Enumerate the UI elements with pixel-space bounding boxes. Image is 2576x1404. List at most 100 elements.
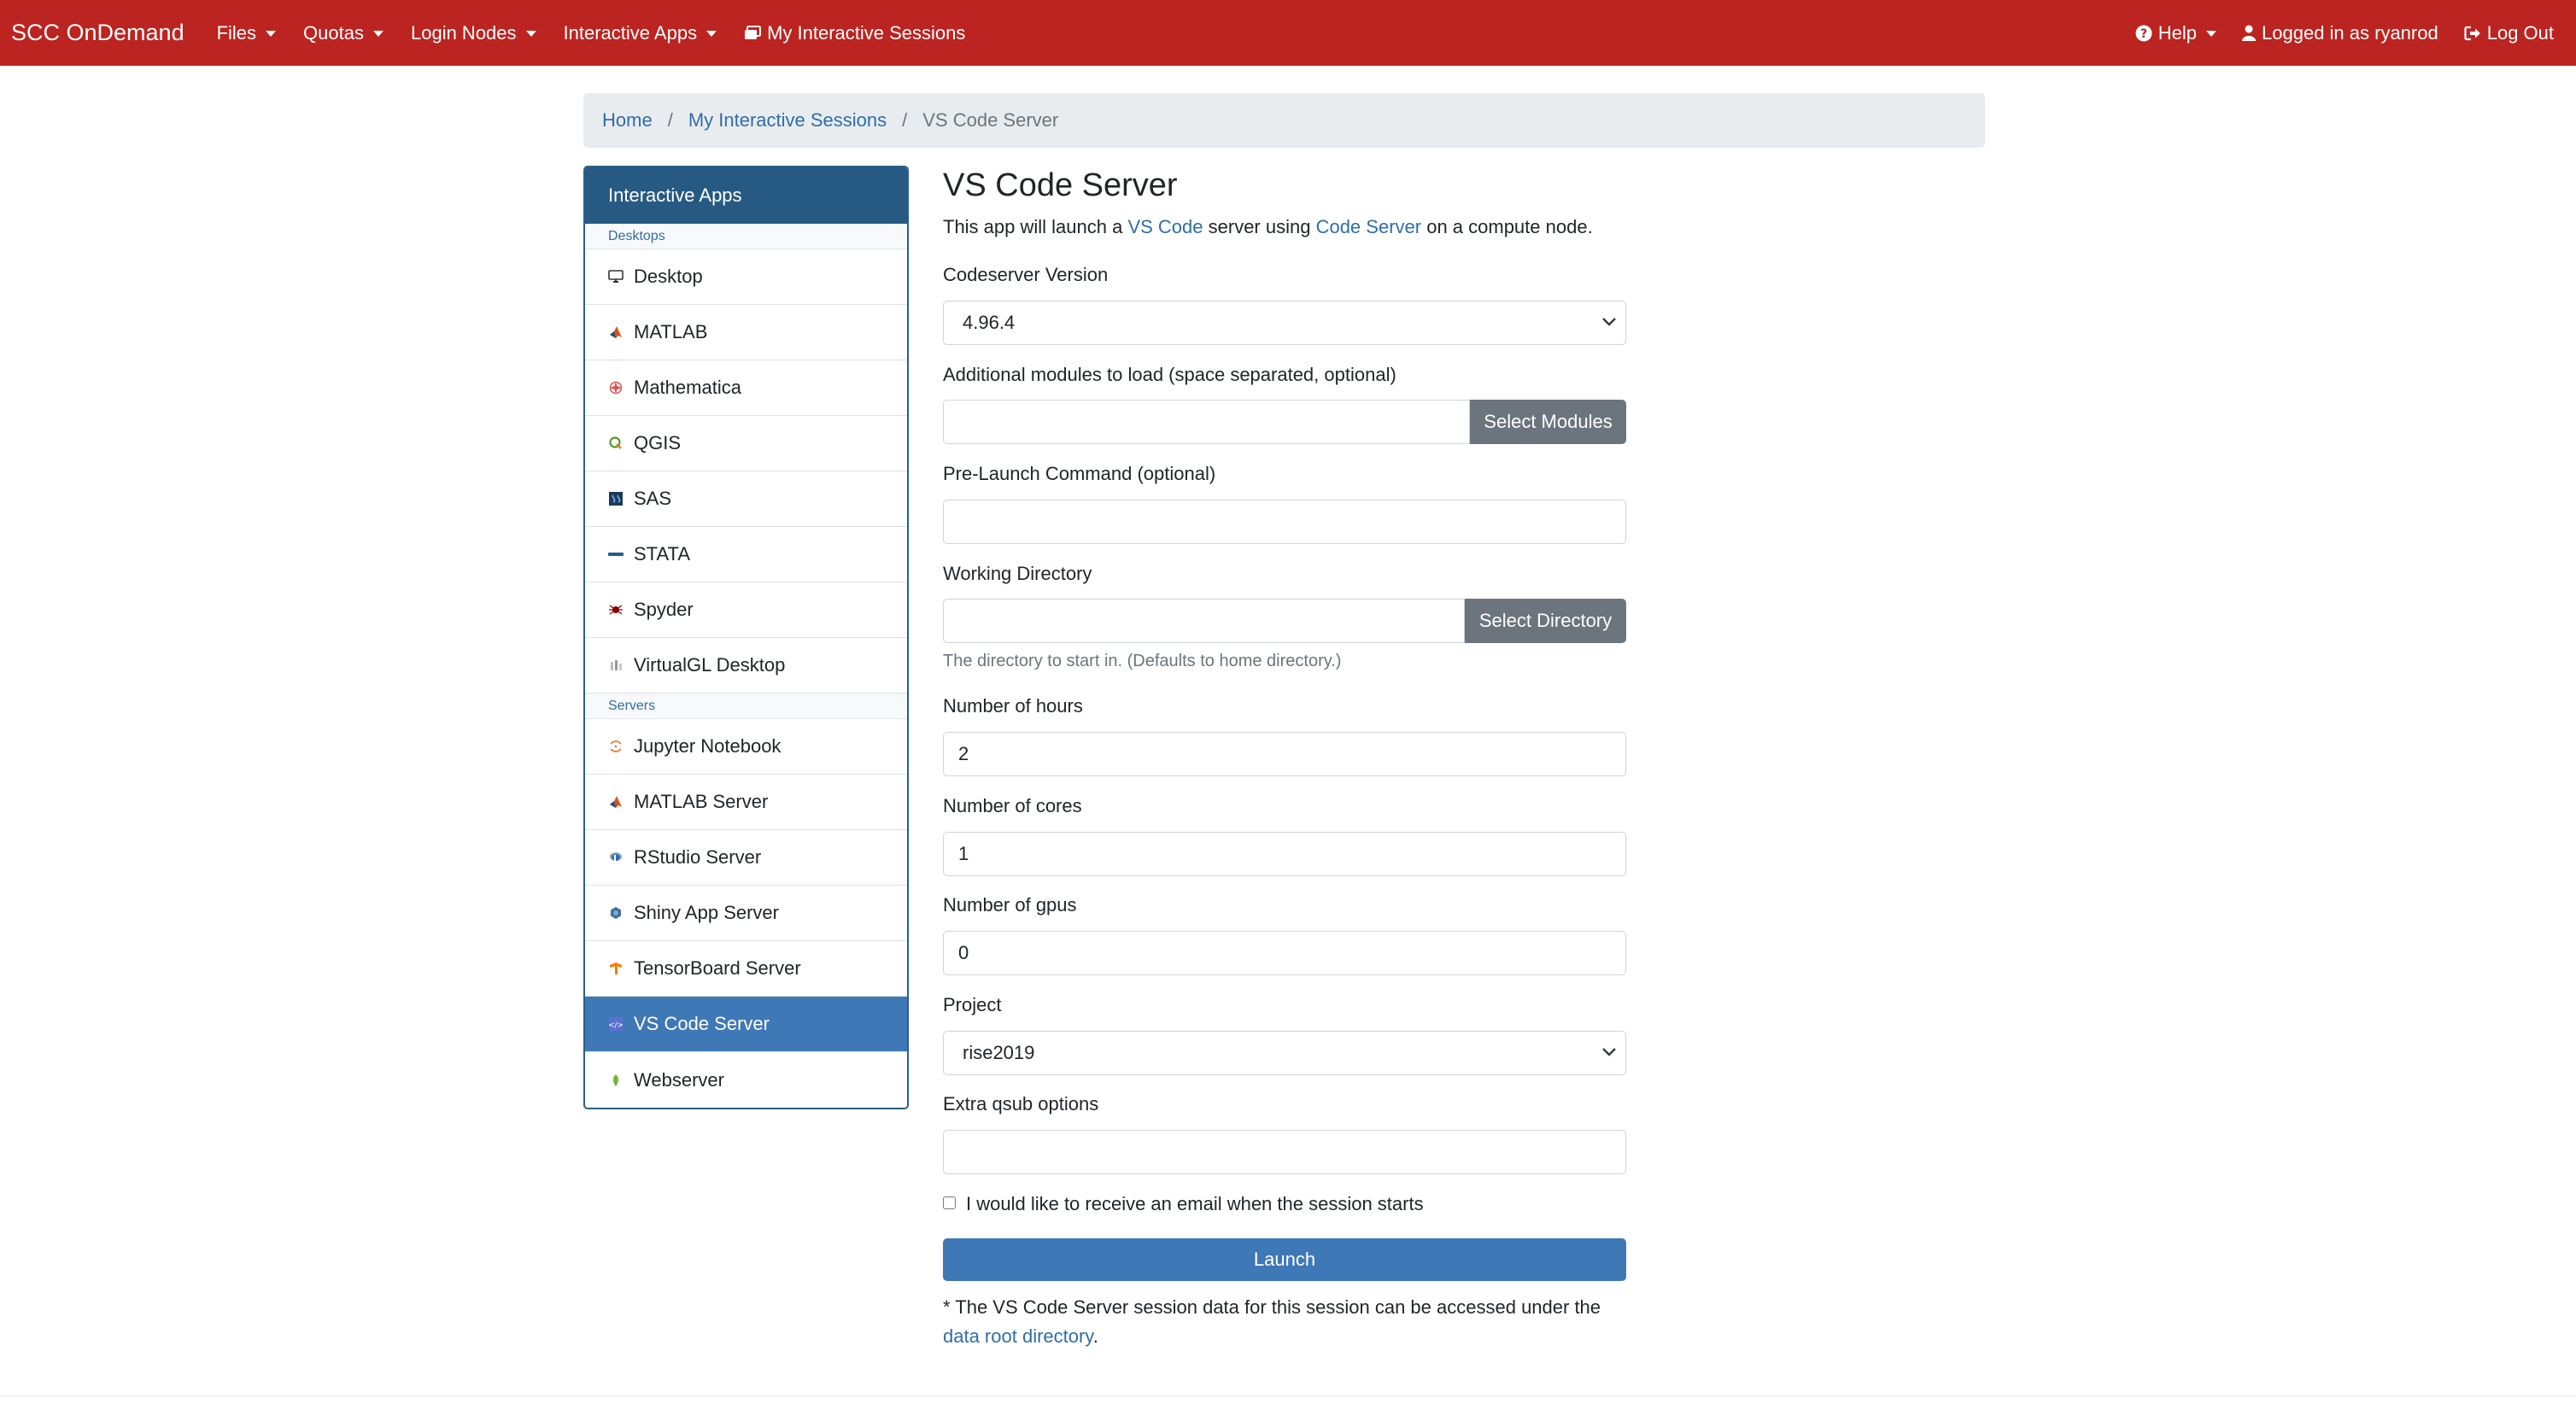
nav-files-dropdown[interactable]: Files [216, 21, 277, 44]
qsub-label: Extra qsub options [943, 1093, 1099, 1114]
email-checkbox[interactable] [943, 1196, 956, 1209]
note-end: . [1092, 1325, 1098, 1347]
nav-quotas-dropdown[interactable]: Quotas [303, 22, 383, 44]
sidebar-item-vscode-server[interactable]: </> VS Code Server [585, 997, 907, 1052]
sidebar-item-qgis[interactable]: QGIS [585, 416, 907, 471]
gpus-field: Number of gpus 0 [943, 894, 1626, 975]
data-root-link[interactable]: data root directory [943, 1325, 1093, 1347]
breadcrumb-sessions-link[interactable]: My Interactive Sessions [688, 109, 887, 132]
nav-help-label: Help [2157, 21, 2198, 44]
sidebar-item-label: VS Code Server [634, 1013, 770, 1034]
caret-down-icon [266, 31, 277, 37]
sidebar-item-label: Webserver [634, 1068, 724, 1091]
gpus-input[interactable]: 0 [943, 931, 1626, 975]
sidebar-item-virtualgl[interactable]: VirtualGL Desktop [585, 638, 907, 693]
nav-login-nodes-label: Login Nodes [410, 21, 517, 44]
sidebar-item-webserver[interactable]: Webserver [585, 1052, 907, 1108]
nav-login-nodes-dropdown[interactable]: Login Nodes [411, 22, 536, 44]
sidebar-item-mathematica[interactable]: Mathematica [585, 360, 907, 416]
modules-input[interactable] [943, 400, 1470, 444]
workdir-input-group: Select Directory [943, 599, 1626, 643]
code-server-link[interactable]: Code Server [1316, 216, 1422, 237]
sidebar-item-label: VirtualGL Desktop [634, 654, 786, 676]
email-checkbox-label: I would like to receive an email when th… [966, 1193, 1424, 1214]
caret-down-icon [372, 31, 383, 37]
gpus-label: Number of gpus [943, 894, 1077, 916]
email-option: I would like to receive an email when th… [943, 1193, 1626, 1215]
shiny-icon [608, 905, 624, 921]
cores-input[interactable]: 1 [943, 832, 1626, 876]
brand-link[interactable]: SCC OnDemand [0, 20, 184, 46]
qgis-icon [608, 436, 624, 451]
cores-label: Number of cores [943, 795, 1082, 816]
sidebar-item-matlab[interactable]: MATLAB [585, 305, 907, 360]
version-field: Codeserver Version 4.96.4 [943, 264, 1626, 345]
note-text: * The VS Code Server session data for th… [943, 1296, 1601, 1318]
chevron-down-icon [1601, 1047, 1617, 1057]
workdir-input[interactable] [943, 599, 1465, 643]
caret-down-icon [706, 31, 717, 37]
qsub-input[interactable] [943, 1130, 1626, 1174]
nav-help-dropdown[interactable]: ? Help [2135, 21, 2217, 44]
modules-label: Additional modules to load (space separa… [943, 364, 1396, 385]
sidebar-item-label: QGIS [634, 432, 682, 453]
jupyter-icon [608, 739, 624, 754]
sidebar-item-sas[interactable]: SAS [585, 471, 907, 527]
nav-logout-link[interactable]: Log Out [2464, 22, 2554, 44]
app-description: This app will launch a VS Code server us… [943, 216, 1626, 238]
breadcrumb-separator: / [902, 109, 908, 131]
sidebar-item-spyder[interactable]: Spyder [585, 582, 907, 638]
nav-my-sessions-link[interactable]: My Interactive Sessions [744, 22, 965, 44]
sidebar-item-rstudio-server[interactable]: RStudio Server [585, 830, 907, 886]
sidebar-item-label: SAS [634, 488, 672, 509]
chevron-down-icon [1601, 317, 1617, 327]
rstudio-icon [608, 850, 624, 865]
sidebar-item-label: Desktop [634, 266, 703, 287]
sidebar-item-tensorboard-server[interactable]: TensorBoard Server [585, 941, 907, 997]
virtualgl-icon [608, 658, 624, 673]
hours-input[interactable]: 2 [943, 732, 1626, 776]
breadcrumb-home-link[interactable]: Home [602, 109, 653, 132]
sidebar-item-label: STATA [634, 543, 690, 565]
vscode-link[interactable]: VS Code [1127, 216, 1203, 237]
qsub-field: Extra qsub options [943, 1093, 1626, 1174]
nav-interactive-apps-dropdown[interactable]: Interactive Apps [564, 22, 717, 44]
nav-interactive-apps-label: Interactive Apps [563, 21, 698, 44]
sidebar-item-desktop[interactable]: Desktop [585, 249, 907, 305]
svg-text:</>: </> [609, 1021, 623, 1030]
svg-text:?: ? [2140, 27, 2147, 41]
sidebar-item-jupyter[interactable]: Jupyter Notebook [585, 719, 907, 775]
select-modules-button[interactable]: Select Modules [1470, 400, 1626, 444]
sidebar-item-stata[interactable]: STATA [585, 527, 907, 582]
prelaunch-input[interactable] [943, 500, 1626, 544]
desc-text: on a compute node. [1421, 216, 1593, 237]
nav-files-label: Files [216, 21, 257, 44]
sidebar-item-label: MATLAB Server [634, 791, 769, 812]
sidebar-item-label: RStudio Server [634, 846, 762, 868]
modules-input-group: Select Modules [943, 400, 1626, 444]
launch-button[interactable]: Launch [943, 1238, 1626, 1281]
caret-down-icon [525, 31, 536, 37]
version-select[interactable]: 4.96.4 [943, 301, 1626, 345]
sessions-icon [744, 25, 762, 41]
nav-user-status: Logged in as ryanrod [2242, 22, 2438, 44]
sign-out-icon [2464, 26, 2481, 41]
cores-field: Number of cores 1 [943, 795, 1626, 876]
page-title: VS Code Server [943, 167, 1178, 203]
sidebar-item-matlab-server[interactable]: MATLAB Server [585, 775, 907, 830]
top-navbar: SCC OnDemand Files Quotas Login Nodes In… [0, 0, 2576, 66]
select-directory-button[interactable]: Select Directory [1465, 599, 1626, 643]
prelaunch-field: Pre-Launch Command (optional) [943, 463, 1626, 544]
monitor-icon [608, 269, 624, 284]
sidebar-category-servers: Servers [585, 693, 907, 719]
modules-field: Additional modules to load (space separa… [943, 364, 1626, 444]
nav-quotas-label: Quotas [303, 21, 364, 44]
sas-icon [608, 491, 624, 506]
sidebar-item-shiny-server[interactable]: Shiny App Server [585, 886, 907, 941]
project-label: Project [943, 994, 1002, 1015]
project-select[interactable]: rise2019 [943, 1031, 1626, 1075]
stata-icon [608, 547, 624, 562]
nav-user-label: Logged in as ryanrod [2262, 21, 2438, 44]
project-field: Project rise2019 [943, 994, 1626, 1075]
sidebar-item-label: Spyder [634, 599, 694, 620]
